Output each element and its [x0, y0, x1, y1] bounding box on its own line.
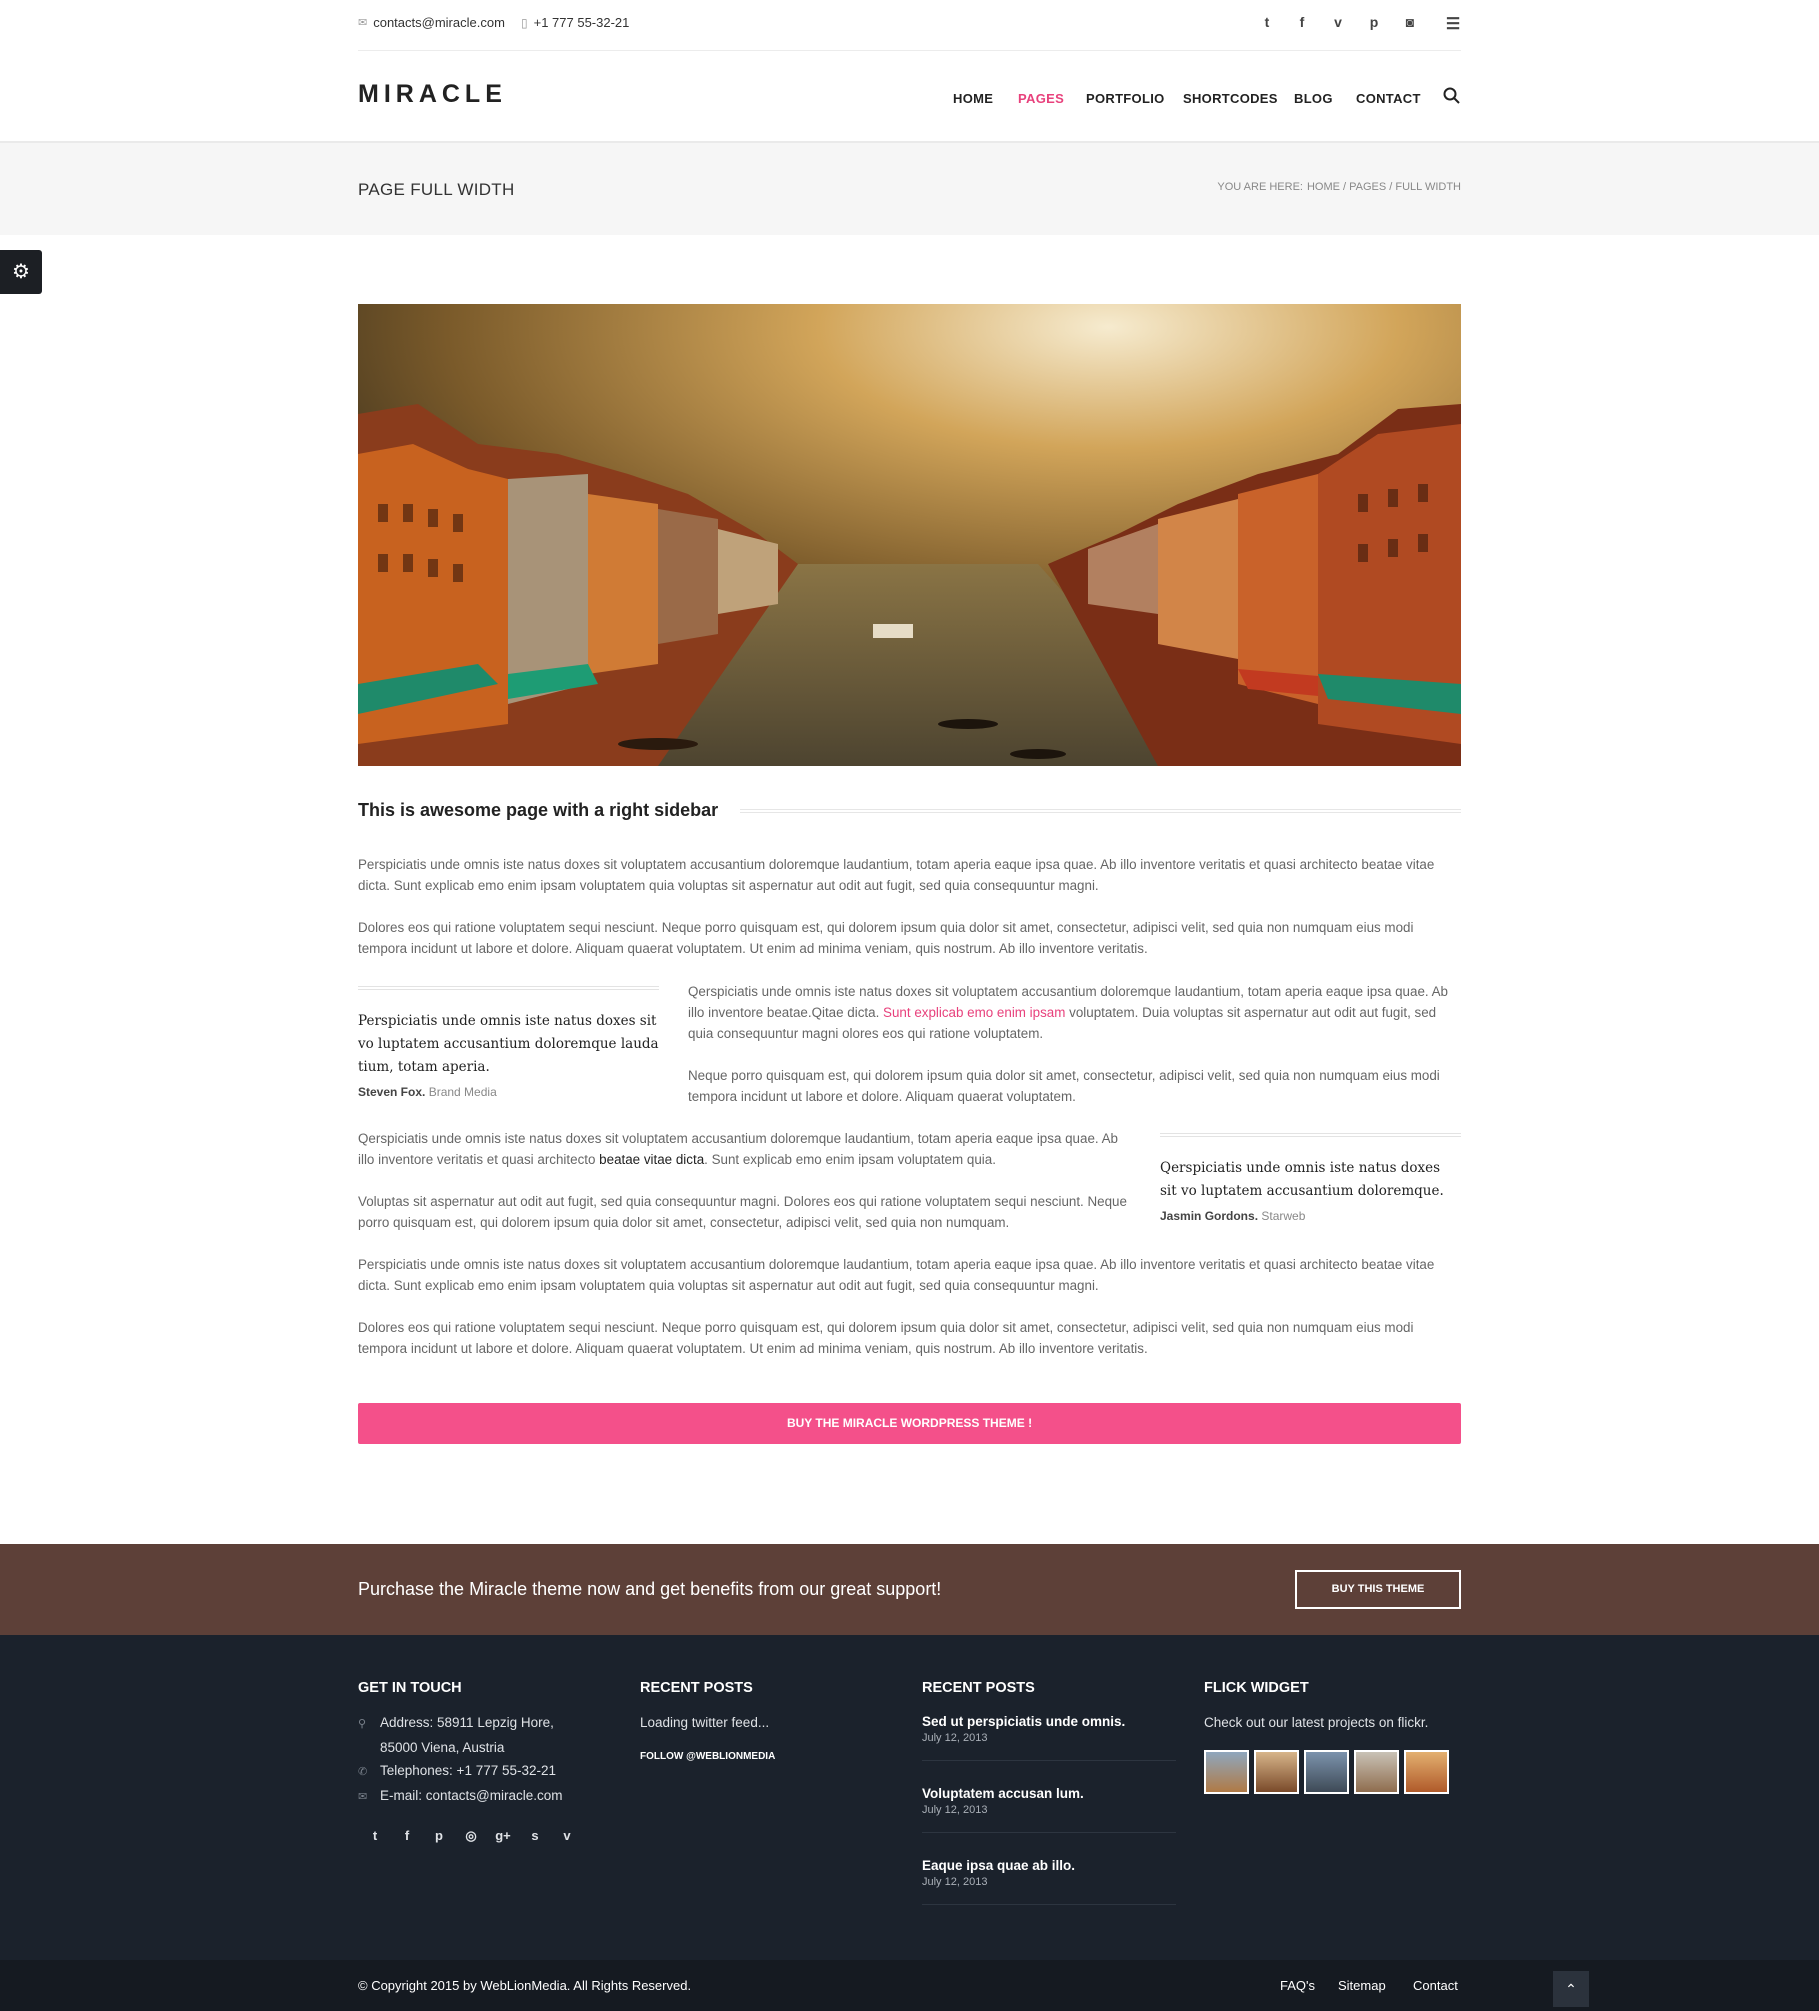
flickr-thumbnail[interactable] [1354, 1750, 1399, 1794]
inline-link[interactable]: Sunt explicab emo enim ipsam [883, 1005, 1065, 1020]
follow-link[interactable]: FOLLOW @WEBLIONMEDIA [640, 1745, 775, 1768]
section-heading: This is awesome page with a right sideba… [358, 800, 737, 821]
mail-icon: ✉ [358, 17, 368, 29]
flickr-thumbnail[interactable] [1204, 1750, 1249, 1794]
quote-divider [358, 986, 659, 990]
contact-phone: ▯ +1 777 55-32-21 [521, 15, 630, 30]
skype-icon[interactable]: s [525, 1828, 545, 1843]
promo-band: Purchase the Miracle theme now and get b… [0, 1544, 1819, 1635]
recent-post[interactable]: Voluptatem accusan lum. July 12, 2013 [922, 1786, 1176, 1833]
footer: GET IN TOUCH ⚲ Address: 58911 Lepzig Hore… [0, 1635, 1819, 1960]
quote-author: Steven Fox. Brand Media [358, 1085, 497, 1099]
recent-post[interactable]: Sed ut perspiciatis unde omnis. July 12,… [922, 1714, 1176, 1761]
copyright: © Copyright 2015 by WebLionMedia. All Ri… [358, 1978, 692, 1993]
address: ⚲ Address: 58911 Lepzig Hore, 85000 Viena… [358, 1711, 563, 1809]
footer-heading: RECENT POSTS [640, 1680, 753, 1696]
chevron-up-icon: ⌃ [1565, 1981, 1577, 1997]
heading-divider [740, 809, 1461, 813]
flickr-thumbnail[interactable] [1254, 1750, 1299, 1794]
footer-link-contact[interactable]: Contact [1413, 1978, 1458, 1993]
breadcrumb-path[interactable]: HOME / PAGES / FULL WIDTH [1307, 181, 1461, 193]
logo[interactable]: MIRACLE [358, 80, 507, 109]
flickr-thumbnail[interactable] [1304, 1750, 1349, 1794]
paragraph: Perspiciatis unde omnis iste natus doxes… [358, 1257, 1435, 1293]
buy-theme-button[interactable]: BUY THE MIRACLE WORDPRESS THEME ! [358, 1403, 1461, 1444]
nav-pages[interactable]: PAGES [1018, 91, 1064, 106]
twitter-icon[interactable]: t [365, 1828, 385, 1843]
divider [358, 50, 1461, 51]
paragraph: Neque porro quisquam est, qui dolorem ip… [688, 1068, 1440, 1104]
paragraph: Perspiciatis unde omnis iste natus doxes… [358, 857, 1435, 893]
recent-post[interactable]: Eaque ipsa quae ab illo. July 12, 2013 [922, 1858, 1176, 1905]
mail-icon: ✉ [358, 1791, 368, 1803]
blockquote: Qerspiciatis unde omnis iste natus doxes… [1160, 1133, 1461, 1223]
promo-text: Purchase the Miracle theme now and get b… [358, 1579, 942, 1599]
phone-icon: ✆ [358, 1766, 368, 1778]
page-title-band [0, 143, 1819, 235]
map-pin-icon: ⚲ [358, 1718, 367, 1730]
twitter-feed: Loading twitter feed... [640, 1715, 770, 1730]
menu-icon[interactable]: ☰ [1442, 14, 1464, 34]
breadcrumb: YOU ARE HERE: HOME / PAGES / FULL WIDTH [1217, 181, 1461, 193]
pinterest-icon[interactable]: p [1363, 14, 1385, 30]
paragraph: Dolores eos qui ratione voluptatem sequi… [358, 920, 1414, 956]
bottom-bar: © Copyright 2015 by WebLionMedia. All Ri… [0, 1960, 1819, 2011]
quote-text: Qerspiciatis unde omnis iste natus doxes… [1160, 1160, 1444, 1199]
footer-link-sitemap[interactable]: Sitemap [1338, 1978, 1386, 1993]
buy-this-theme-button[interactable]: BUY THIS THEME [1295, 1570, 1461, 1609]
quote-text: Perspiciatis unde omnis iste natus doxes… [358, 1013, 659, 1075]
settings-gear-icon[interactable]: ⚙ [0, 250, 42, 294]
paragraph: Voluptas sit aspernatur aut odit aut fug… [358, 1194, 1127, 1230]
paragraph: Dolores eos qui ratione voluptatem sequi… [358, 1320, 1414, 1356]
quote-author: Jasmin Gordons. Starweb [1160, 1209, 1306, 1223]
phone-icon: ▯ [521, 15, 528, 30]
footer-heading: RECENT POSTS [922, 1680, 1035, 1696]
page-title: PAGE FULL WIDTH [358, 180, 515, 199]
footer-link-faq[interactable]: FAQ's [1280, 1978, 1315, 1993]
flickr-thumbnail[interactable] [1404, 1750, 1449, 1794]
nav-blog[interactable]: BLOG [1294, 91, 1333, 106]
facebook-icon[interactable]: f [397, 1828, 417, 1843]
blockquote: Perspiciatis unde omnis iste natus doxes… [358, 986, 659, 1099]
twitter-icon[interactable]: t [1256, 14, 1278, 30]
quote-divider [1160, 1133, 1461, 1137]
paragraph: Qerspiciatis unde omnis iste natus doxes… [688, 984, 1448, 1041]
facebook-icon[interactable]: f [1291, 14, 1313, 30]
vimeo-icon[interactable]: v [557, 1828, 577, 1843]
hero-image [358, 304, 1461, 766]
footer-heading: FLICK WIDGET [1204, 1680, 1309, 1696]
vimeo-icon[interactable]: v [1327, 14, 1349, 30]
nav-portfolio[interactable]: PORTFOLIO [1086, 91, 1165, 106]
nav-home[interactable]: HOME [953, 91, 993, 106]
top-bar: ✉ contacts@miracle.com ▯ +1 777 55-32-21… [0, 0, 1819, 51]
nav-shortcodes[interactable]: SHORTCODES [1183, 91, 1278, 106]
contact-email[interactable]: ✉ contacts@miracle.com [358, 15, 505, 30]
pinterest-icon[interactable]: p [429, 1828, 449, 1843]
paragraph: Qerspiciatis unde omnis iste natus doxes… [358, 1131, 1118, 1167]
google-plus-icon[interactable]: g+ [493, 1828, 513, 1843]
nav-contact[interactable]: CONTACT [1356, 91, 1421, 106]
footer-heading: GET IN TOUCH [358, 1680, 462, 1696]
flickr-text: Check out our latest projects on flickr. [1204, 1715, 1429, 1730]
dribbble-icon[interactable]: ◎ [461, 1828, 481, 1844]
search-icon[interactable] [1443, 87, 1461, 105]
scroll-to-top-button[interactable]: ⌃ [1553, 1971, 1589, 2007]
instagram-icon[interactable]: ◙ [1399, 14, 1421, 30]
